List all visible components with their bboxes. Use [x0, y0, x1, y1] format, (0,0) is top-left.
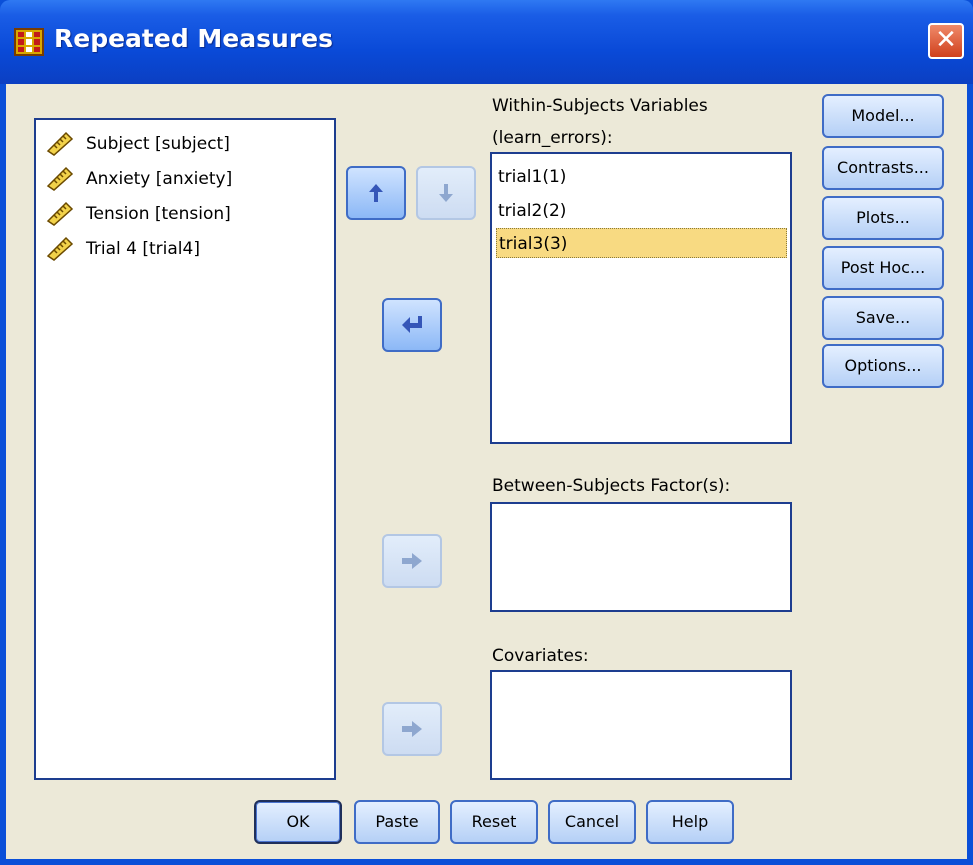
return-arrow-icon [402, 316, 422, 333]
within-subjects-factor-label: (learn_errors): [492, 128, 613, 148]
list-item[interactable]: Tension [tension] [46, 200, 231, 228]
move-down-button[interactable] [416, 166, 476, 220]
list-item[interactable]: Trial 4 [trial4] [46, 235, 200, 263]
list-item[interactable]: Anxiety [anxiety] [46, 165, 232, 193]
contrasts-button[interactable]: Contrasts... [822, 146, 944, 190]
ok-button[interactable]: OK [254, 800, 342, 844]
move-within-button[interactable] [382, 298, 442, 352]
arrow-down-icon [439, 184, 453, 202]
ruler-icon [46, 236, 74, 261]
source-variable-list[interactable]: Subject [subject] Anxiety [anxiety] Tens… [34, 118, 336, 780]
variable-label: Subject [subject] [86, 134, 230, 154]
arrow-right-icon [402, 721, 422, 737]
arrow-up-icon [369, 184, 383, 202]
save-button[interactable]: Save... [822, 296, 944, 340]
within-subjects-label: Within-Subjects Variables [492, 96, 708, 116]
list-item[interactable]: trial2(2) [496, 196, 566, 226]
ruler-icon [46, 166, 74, 191]
list-item[interactable]: Subject [subject] [46, 130, 230, 158]
dialog-window: Repeated Measures ✕ Subject [subject] An… [0, 0, 973, 865]
post-hoc-button[interactable]: Post Hoc... [822, 246, 944, 290]
move-up-button[interactable] [346, 166, 406, 220]
arrow-right-icon [402, 553, 422, 569]
paste-button[interactable]: Paste [354, 800, 440, 844]
between-subjects-list[interactable] [490, 502, 792, 612]
model-button[interactable]: Model... [822, 94, 944, 138]
covariates-label: Covariates: [492, 646, 589, 666]
options-button[interactable]: Options... [822, 344, 944, 388]
variable-label: Tension [tension] [86, 204, 231, 224]
plots-button[interactable]: Plots... [822, 196, 944, 240]
reset-button[interactable]: Reset [450, 800, 538, 844]
move-between-button[interactable] [382, 534, 442, 588]
within-subjects-list[interactable]: trial1(1) trial2(2) trial3(3) [490, 152, 792, 444]
ruler-icon [46, 201, 74, 226]
move-covariates-button[interactable] [382, 702, 442, 756]
dialog-client-area: Subject [subject] Anxiety [anxiety] Tens… [6, 84, 967, 859]
variable-label: Anxiety [anxiety] [86, 169, 233, 189]
list-item[interactable]: trial1(1) [496, 162, 566, 192]
covariates-list[interactable] [490, 670, 792, 780]
variable-label: Trial 4 [trial4] [86, 239, 200, 259]
between-subjects-label: Between-Subjects Factor(s): [492, 476, 731, 496]
help-button[interactable]: Help [646, 800, 734, 844]
ruler-icon [46, 131, 74, 156]
cancel-button[interactable]: Cancel [548, 800, 636, 844]
list-item-selected[interactable]: trial3(3) [496, 228, 787, 258]
